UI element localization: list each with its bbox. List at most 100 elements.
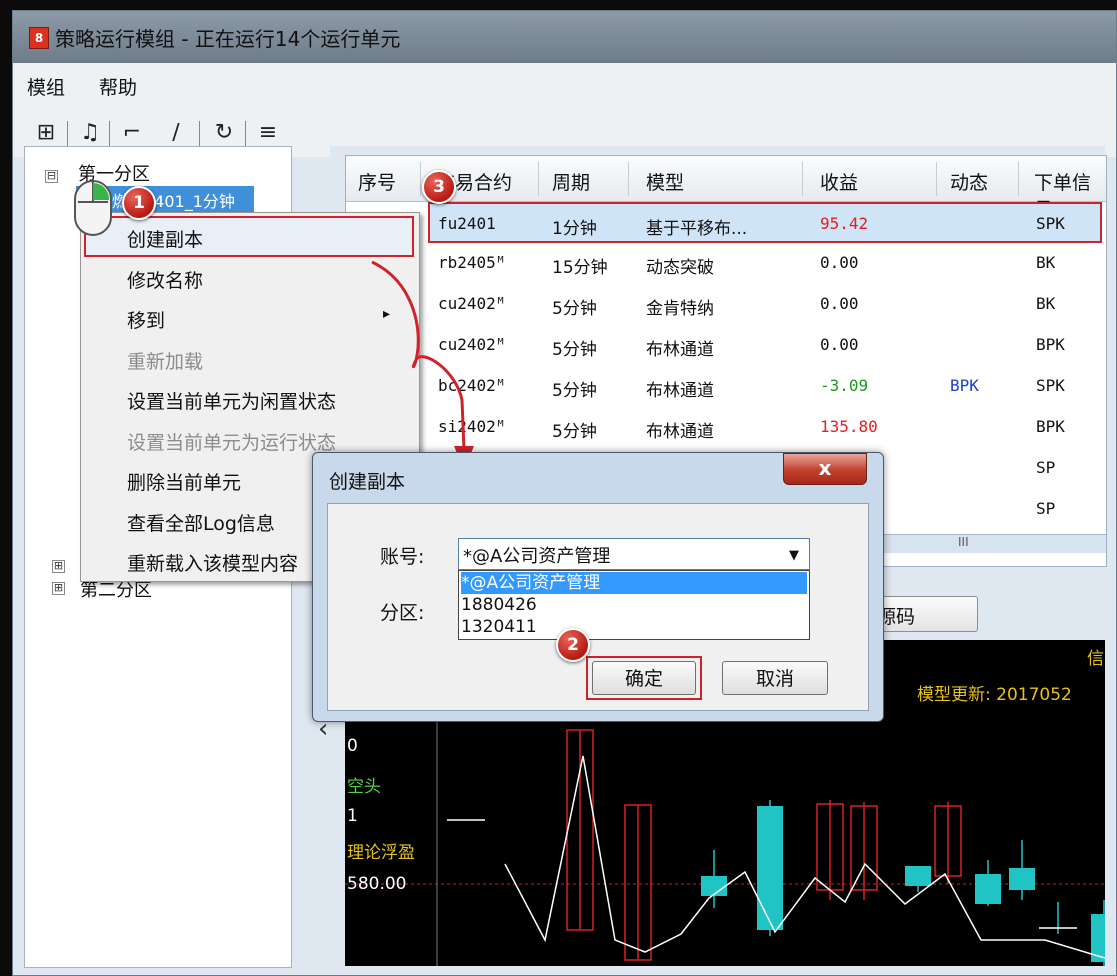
partition-label: 分区: xyxy=(380,602,425,624)
cell-profit: 0.00 xyxy=(820,335,859,354)
account-select[interactable]: *@A公司资产管理 ▼ xyxy=(458,538,810,570)
cell-signal: BPK xyxy=(1036,335,1065,354)
model-update-text: 模型更新: 2017052 xyxy=(917,685,1072,705)
close-icon[interactable]: x xyxy=(783,453,867,485)
cell-signal: BK xyxy=(1036,253,1056,272)
dropdown-option[interactable]: *@A公司资产管理 xyxy=(461,572,807,594)
add-icon[interactable]: ⊞ xyxy=(33,119,59,147)
cell-model: 金肯特纳 xyxy=(646,299,714,319)
column-header-model[interactable]: 模型 xyxy=(646,168,684,195)
cell-profit: -3.09 xyxy=(820,376,869,395)
cell-period: 5分钟 xyxy=(552,381,597,401)
step-marker-2: 2 xyxy=(556,628,590,662)
expand-icon[interactable]: ⊞ xyxy=(52,560,65,573)
cell-signal: BK xyxy=(1036,294,1056,313)
candle-bull xyxy=(905,866,931,886)
dialog-title: 创建副本 xyxy=(329,471,406,493)
cell-period: 1分钟 xyxy=(552,219,597,239)
cell-profit: 0.00 xyxy=(820,253,859,272)
cell-model: 基于平移布... xyxy=(646,219,748,239)
cell-period: 5分钟 xyxy=(552,422,597,442)
column-divider xyxy=(628,162,629,196)
menu-bar: 模组 帮助 xyxy=(13,63,1116,110)
cell-signal: SP xyxy=(1036,458,1056,477)
context-menu-item[interactable]: 重新加载 xyxy=(127,347,203,374)
bell-icon[interactable]: ♫ xyxy=(77,119,103,147)
collapse-icon[interactable]: ⊟ xyxy=(45,170,58,183)
column-header-profit[interactable]: 收益 xyxy=(820,168,858,195)
expand-icon[interactable]: ⊞ xyxy=(52,582,65,595)
account-label: 账号: xyxy=(380,546,425,568)
column-divider xyxy=(1018,162,1019,196)
cell-profit: 135.80 xyxy=(820,417,878,436)
context-menu-item[interactable]: 设置当前单元为运行状态 xyxy=(127,428,336,455)
menu-help[interactable]: 帮助 xyxy=(99,73,137,100)
cell-profit: 95.42 xyxy=(820,214,869,233)
profit-curve xyxy=(504,755,1105,959)
cell-signal: SPK xyxy=(1036,214,1065,233)
menu-module[interactable]: 模组 xyxy=(27,73,65,100)
cancel-button[interactable]: 取消 xyxy=(722,661,828,695)
context-menu-item[interactable]: 设置当前单元为闲置状态 xyxy=(127,387,336,414)
chart-corner-text: 信 xyxy=(1087,649,1104,669)
column-header-dynamic[interactable]: 动态 xyxy=(950,168,988,195)
create-copy-dialog: 创建副本 x 账号: 分区: *@A公司资产管理 ▼ *@A公司资产管理 188… xyxy=(312,452,884,722)
column-divider xyxy=(420,162,421,196)
account-dropdown-list: *@A公司资产管理 1880426 1320411 xyxy=(458,570,810,640)
title-bar[interactable]: 8 策略运行模组 - 正在运行14个运行单元 xyxy=(13,11,1116,64)
context-menu-item[interactable]: 删除当前单元 xyxy=(127,468,241,495)
cell-model: 布林通道 xyxy=(646,422,714,442)
toolbar-divider xyxy=(245,121,246,147)
context-menu-item[interactable]: 修改名称 xyxy=(127,266,203,293)
cell-period: 5分钟 xyxy=(552,340,597,360)
cell-model: 布林通道 xyxy=(646,340,714,360)
cell-signal: SPK xyxy=(1036,376,1065,395)
context-menu-item[interactable]: 查看全部Log信息 xyxy=(127,509,275,536)
chart-label-one: 1 xyxy=(347,806,358,826)
chart-label-float-profit: 理论浮盈 xyxy=(347,843,415,863)
account-select-value: *@A公司资产管理 xyxy=(463,546,611,567)
column-divider xyxy=(936,162,937,196)
toolbar-divider xyxy=(67,121,68,147)
cell-model: 动态突破 xyxy=(646,258,714,278)
step-marker-3: 3 xyxy=(422,170,456,204)
app-logo-icon: 8 xyxy=(29,27,49,49)
cell-signal: BPK xyxy=(1036,417,1065,436)
ok-button[interactable]: 确定 xyxy=(592,661,696,695)
chart-label-zero: 0 xyxy=(347,736,358,756)
cell-dynamic: BPK xyxy=(950,376,979,395)
cell-period: 5分钟 xyxy=(552,299,597,319)
export-icon[interactable]: ≡ xyxy=(255,119,281,147)
toolbar-divider xyxy=(199,121,200,147)
toolbar-divider xyxy=(109,121,110,147)
candle-bull xyxy=(757,806,783,930)
column-header-period[interactable]: 周期 xyxy=(552,168,590,195)
context-menu-item[interactable]: 重新载入该模型内容 xyxy=(127,549,298,576)
window-title: 策略运行模组 - 正在运行14个运行单元 xyxy=(55,27,401,51)
step-marker-1: 1 xyxy=(122,186,156,220)
signal-rise-icon[interactable]: ⌐ xyxy=(119,119,145,147)
context-menu-item[interactable]: 创建副本 xyxy=(127,225,203,252)
signal-fall-icon[interactable]: ∕ xyxy=(163,119,189,147)
table-row[interactable]: fu2401 1分钟 基于平移布... 95.42 SPK xyxy=(428,202,1102,243)
mouse-icon xyxy=(74,180,112,236)
column-divider xyxy=(802,162,803,196)
chevron-down-icon[interactable]: ▼ xyxy=(789,548,799,563)
dropdown-option[interactable]: 1880426 xyxy=(461,594,807,616)
column-divider xyxy=(538,162,539,196)
refresh-icon[interactable]: ↻ xyxy=(211,119,237,147)
dialog-body: 账号: 分区: *@A公司资产管理 ▼ *@A公司资产管理 1880426 13… xyxy=(327,503,869,711)
annotation-arrow xyxy=(371,260,474,470)
chart-label-short: 空头 xyxy=(347,777,381,797)
context-menu-item[interactable]: 移到 xyxy=(127,306,165,333)
candle-bull xyxy=(1009,868,1035,890)
cell-period: 15分钟 xyxy=(552,258,608,278)
cell-profit: 0.00 xyxy=(820,294,859,313)
scroll-grip-icon[interactable]: III xyxy=(958,535,969,549)
table-header: 序号 交易合约 周期 模型 收益 动态 下单信号 xyxy=(346,156,1106,221)
column-header-index[interactable]: 序号 xyxy=(358,168,396,195)
cell-contract: fu2401 xyxy=(438,214,496,233)
dropdown-option[interactable]: 1320411 xyxy=(461,616,807,638)
candle-bull xyxy=(975,874,1001,904)
cell-model: 布林通道 xyxy=(646,381,714,401)
